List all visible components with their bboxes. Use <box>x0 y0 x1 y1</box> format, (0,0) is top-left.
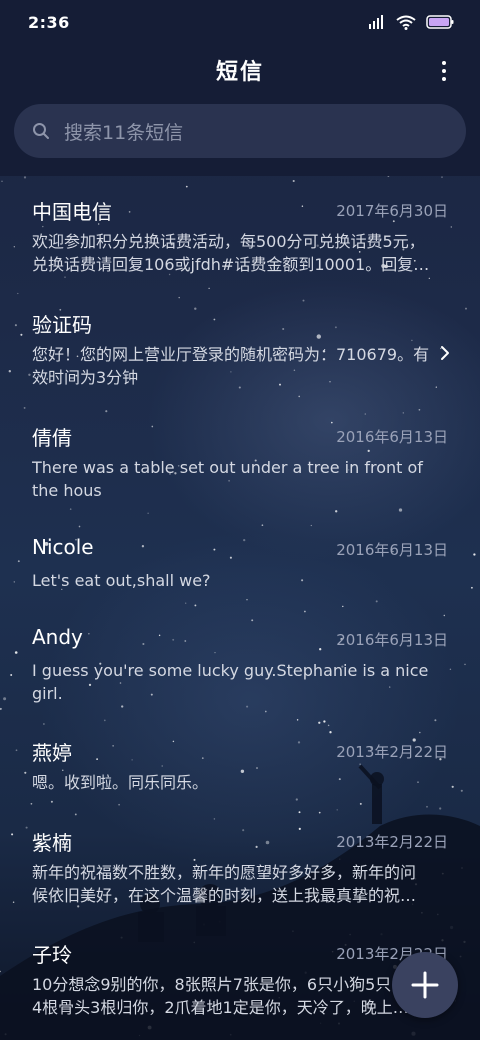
search-icon <box>33 123 49 139</box>
sender-name: 紫楠 <box>32 831 72 855</box>
list-item[interactable]: Nicole 2016年6月13日 Let's eat out,shall we… <box>0 535 480 605</box>
more-vertical-icon-dot <box>442 77 446 81</box>
preview-line: 4根骨头3根归你，2爪着地1定是你，天冷了，晚上… <box>32 998 409 1017</box>
message-date: 2016年6月13日 <box>336 631 448 649</box>
messages-screen: 2:36 短信 搜索11条短信 中国电信 2017年6月30日 欢迎参加积分兑换… <box>0 0 480 1040</box>
message-preview: There was a table set out under a tree i… <box>32 456 437 502</box>
preview-line: 新年的祝福数不胜数，新年的愿望好多好多，新年的问 <box>32 863 417 882</box>
plus-icon <box>411 971 439 999</box>
app-bar: 短信 <box>0 44 480 96</box>
signal-icon <box>369 15 383 29</box>
message-preview: 10分想念9别的你，8张照片7张是你，6只小狗5只… 4根骨头3根归你，2爪着地… <box>32 973 437 1019</box>
preview-line: 欢迎参加积分兑换话费活动，每500分可兑换话费5元， <box>32 232 425 251</box>
sender-name: 子玲 <box>32 943 72 967</box>
preview-line: 嗯。收到啦。同乐同乐。 <box>32 773 209 792</box>
message-preview: 新年的祝福数不胜数，新年的愿望好多好多，新年的问 候依旧美好，在这个温馨的时刻，… <box>32 861 437 907</box>
more-vertical-icon <box>442 61 446 65</box>
message-preview: 欢迎参加积分兑换话费活动，每500分可兑换话费5元， 兑换话费请回复106或jf… <box>32 230 437 276</box>
more-vertical-icon-dot <box>442 69 446 73</box>
message-list: 中国电信 2017年6月30日 欢迎参加积分兑换话费活动，每500分可兑换话费5… <box>0 176 480 1040</box>
sender-name: 验证码 <box>32 313 92 337</box>
message-preview: 嗯。收到啦。同乐同乐。 <box>32 771 437 794</box>
battery-icon <box>426 15 454 29</box>
sender-name: Andy <box>32 625 83 649</box>
list-item[interactable]: 倩倩 2016年6月13日 There was a table set out … <box>0 422 480 518</box>
message-date: 2013年2月22日 <box>336 833 448 851</box>
message-date: 2013年2月22日 <box>336 743 448 761</box>
list-item[interactable]: 中国电信 2017年6月30日 欢迎参加积分兑换话费活动，每500分可兑换话费5… <box>0 196 480 292</box>
preview-line: 兑换话费请回复106或jfdh#话费金额到10001。回复… <box>32 255 430 274</box>
message-preview: 您好！您的网上营业厅登录的随机密码为：710679。有 效时间为3分钟 <box>32 343 437 389</box>
sender-name: 中国电信 <box>32 200 112 224</box>
status-time: 2:36 <box>28 12 70 32</box>
preview-line: 您好！您的网上营业厅登录的随机密码为：710679。有 <box>32 345 430 364</box>
more-options-button[interactable] <box>434 56 454 86</box>
status-bar: 2:36 <box>0 0 480 44</box>
sender-name: 倩倩 <box>32 426 72 450</box>
sender-name: 燕婷 <box>32 741 72 765</box>
message-date: 2017年6月30日 <box>336 202 448 220</box>
preview-line: the hous <box>32 481 102 500</box>
message-date: 2016年6月13日 <box>336 428 448 446</box>
preview-line: There was a table set out under a tree i… <box>32 458 423 477</box>
preview-line: Let's eat out,shall we? <box>32 571 211 590</box>
list-item[interactable]: 燕婷 2013年2月22日 嗯。收到啦。同乐同乐。 <box>0 737 480 807</box>
chevron-right-icon[interactable] <box>440 345 450 361</box>
status-icons <box>368 15 454 30</box>
sender-name: Nicole <box>32 535 94 559</box>
list-item[interactable]: 验证码 您好！您的网上营业厅登录的随机密码为：710679。有 效时间为3分钟 <box>0 309 480 405</box>
preview-line: girl. <box>32 684 63 703</box>
wifi-icon <box>396 15 416 30</box>
preview-line: 10分想念9别的你，8张照片7张是你，6只小狗5只… <box>32 975 408 994</box>
search-placeholder: 搜索11条短信 <box>64 121 184 144</box>
message-preview: Let's eat out,shall we? <box>32 569 437 592</box>
new-message-button[interactable] <box>392 952 458 1018</box>
preview-line: 候依旧美好，在这个温馨的时刻，送上我最真挚的祝… <box>32 886 417 905</box>
message-preview: I guess you're some lucky guy.Stephanie … <box>32 659 437 705</box>
page-title: 短信 <box>215 60 264 85</box>
preview-line: 效时间为3分钟 <box>32 368 139 387</box>
preview-line: I guess you're some lucky guy.Stephanie … <box>32 661 429 680</box>
message-date: 2016年6月13日 <box>336 541 448 559</box>
list-item[interactable]: Andy 2016年6月13日 I guess you're some luck… <box>0 625 480 721</box>
list-item[interactable]: 紫楠 2013年2月22日 新年的祝福数不胜数，新年的愿望好多好多，新年的问 候… <box>0 827 480 923</box>
search-input[interactable]: 搜索11条短信 <box>14 104 466 158</box>
